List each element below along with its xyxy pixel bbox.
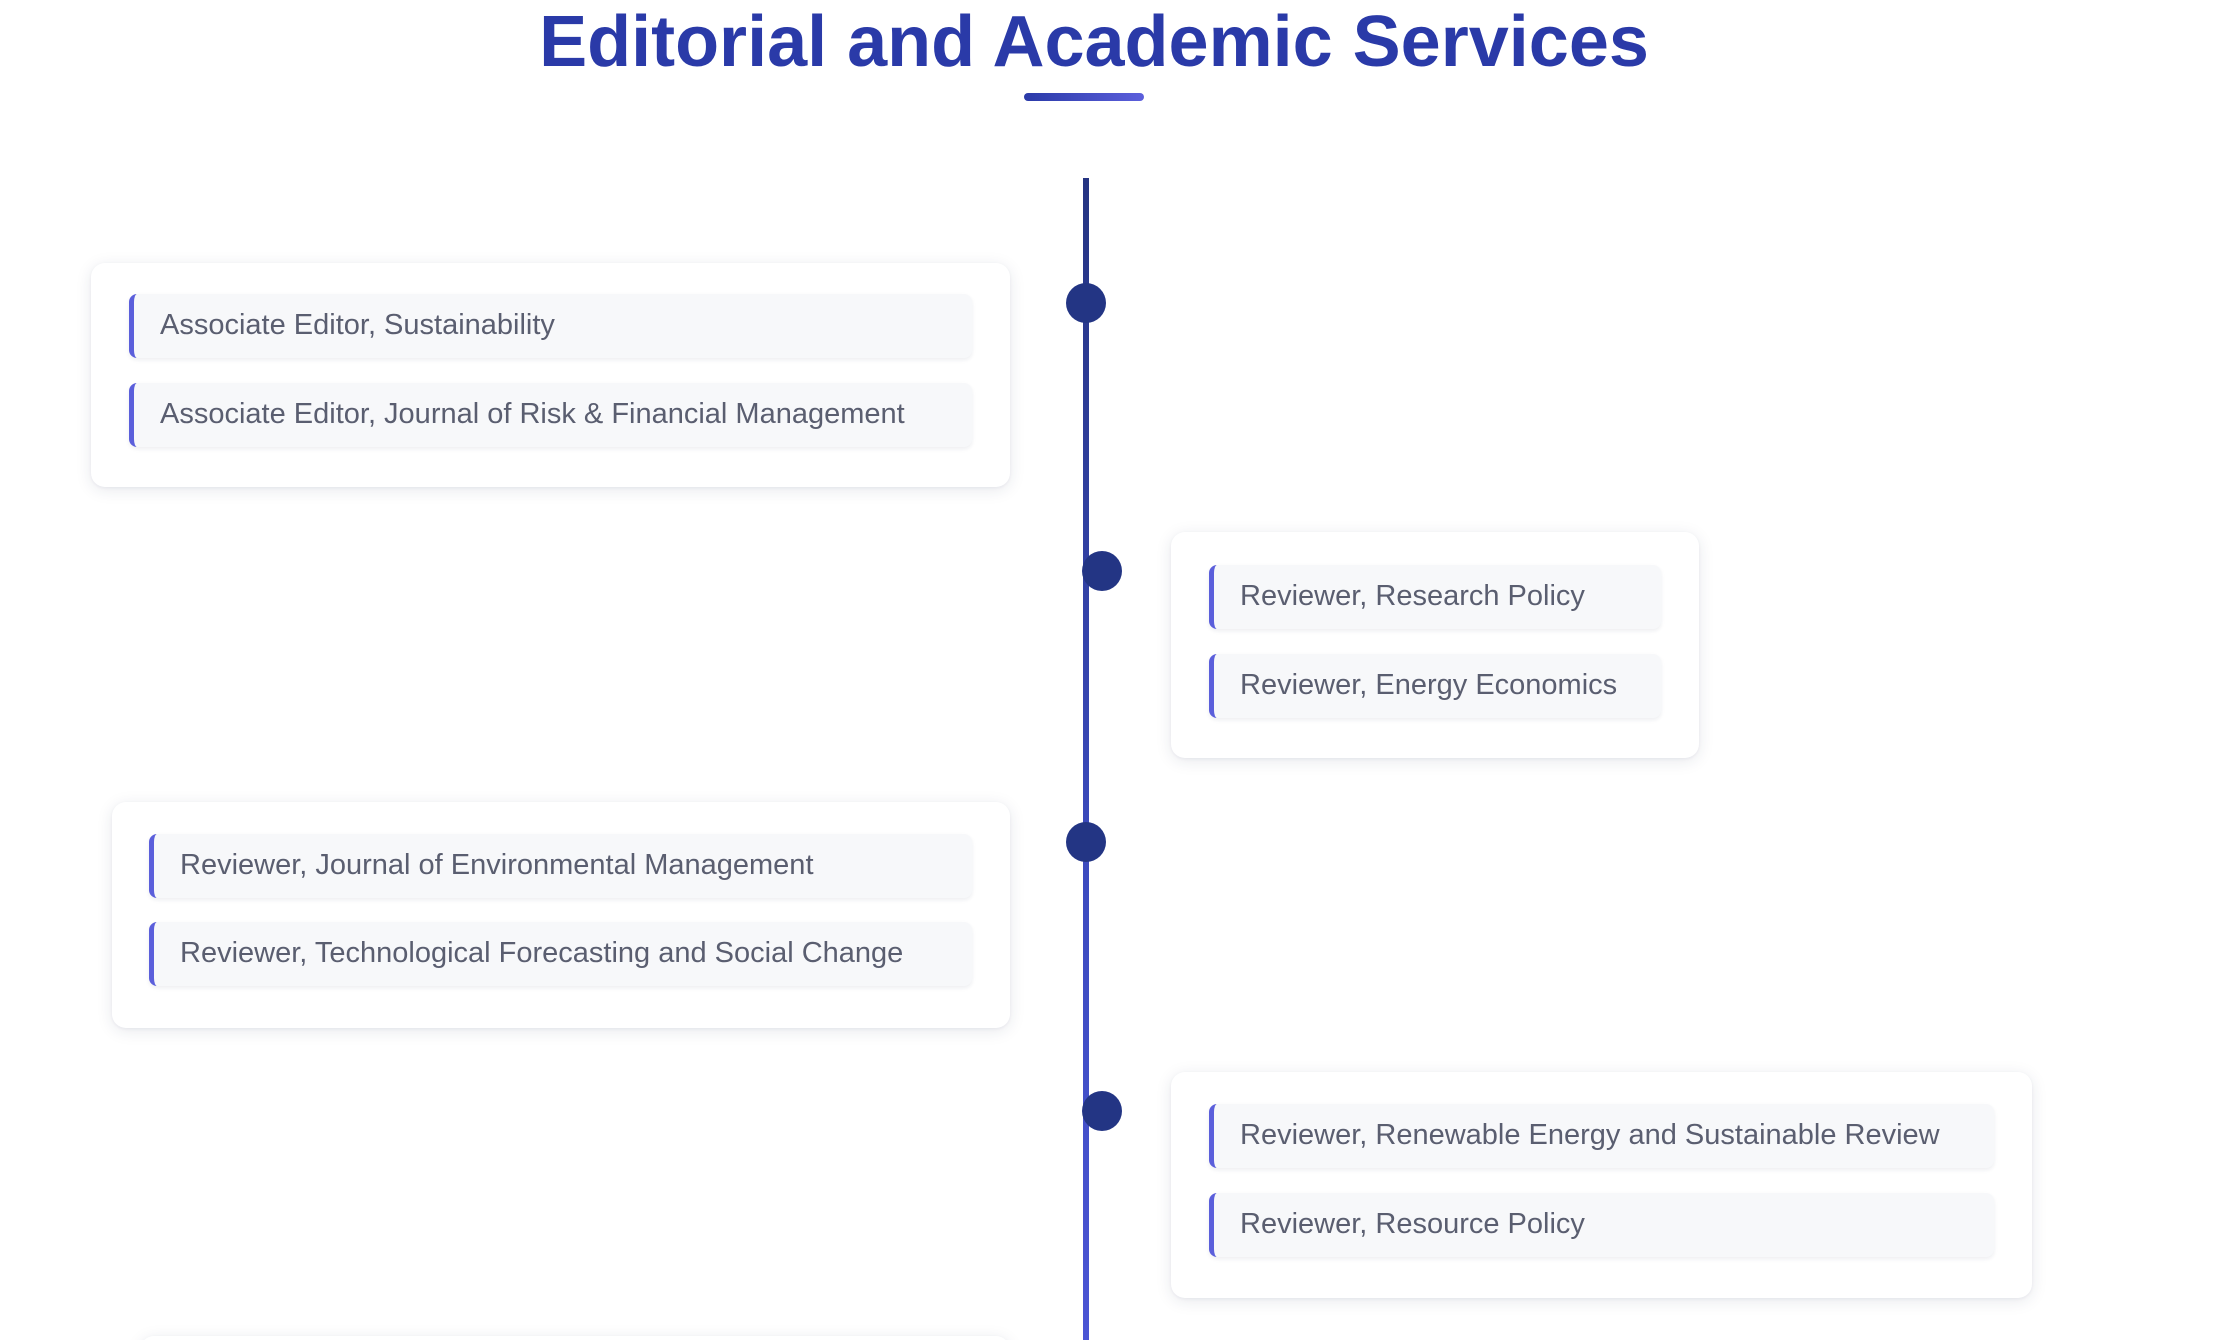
timeline-dot <box>1066 822 1106 862</box>
page-title: Editorial and Academic Services <box>539 2 1649 82</box>
page: Editorial and Academic Services Associat… <box>0 0 2220 1340</box>
timeline-card: Reviewer, Renewable Energy and Sustainab… <box>1171 1072 2032 1298</box>
timeline-dot <box>1082 551 1122 591</box>
service-item: Reviewer, Journal of Environmental Manag… <box>149 834 972 898</box>
service-item: Reviewer, Research Policy <box>1209 565 1661 629</box>
service-item: Associate Editor, Journal of Risk & Fina… <box>129 383 972 447</box>
service-item: Reviewer, Renewable Energy and Sustainab… <box>1209 1104 1994 1168</box>
timeline-card-partial <box>140 1336 1010 1340</box>
timeline-dot <box>1066 283 1106 323</box>
service-item: Associate Editor, Sustainability <box>129 294 972 358</box>
timeline-line <box>1083 178 1089 1340</box>
timeline-dot <box>1082 1091 1122 1131</box>
timeline-card: Reviewer, Journal of Environmental Manag… <box>112 802 1010 1028</box>
service-item: Reviewer, Resource Policy <box>1209 1193 1994 1257</box>
timeline-card: Associate Editor, Sustainability Associa… <box>91 263 1010 487</box>
service-item: Reviewer, Technological Forecasting and … <box>149 922 972 986</box>
service-item: Reviewer, Energy Economics <box>1209 654 1661 718</box>
title-underline <box>1024 93 1144 101</box>
timeline-card: Reviewer, Research Policy Reviewer, Ener… <box>1171 532 1699 758</box>
